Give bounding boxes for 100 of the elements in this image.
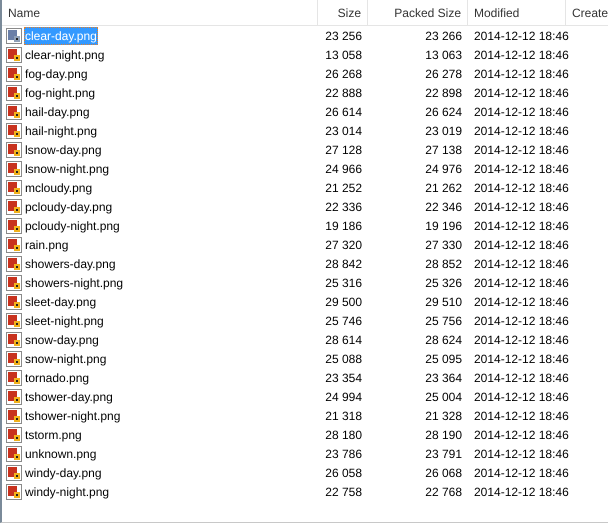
file-name[interactable]: tshower-night.png (24, 406, 122, 424)
file-name[interactable]: lsnow-night.png (24, 160, 110, 178)
image-file-icon (6, 236, 22, 252)
file-name[interactable]: lsnow-day.png (24, 140, 102, 158)
file-name[interactable]: tstorm.png (24, 426, 83, 444)
table-cell-text: 26 624 (424, 104, 463, 120)
column-header[interactable]: Packed Size (368, 0, 468, 25)
table-cell-text: 2014-12-12 18:46 (473, 484, 566, 500)
file-name[interactable]: windy-night.png (24, 482, 110, 500)
table-cell-text: 25 326 (424, 274, 463, 292)
image-file-icon (6, 46, 22, 62)
column-header[interactable]: Size (318, 0, 368, 25)
table-cell-text: 2014-12-12 18:46 (473, 180, 566, 196)
table-cell-text: 2014-12-12 18:46 (473, 122, 566, 140)
file-name[interactable]: snow-night.png (24, 350, 108, 368)
file-name[interactable]: windy-day.png (24, 464, 102, 482)
file-name[interactable]: hail-day.png (24, 102, 90, 120)
file-name[interactable]: pcloudy-day.png (24, 198, 114, 216)
table-cell-text: 26 278 (424, 66, 463, 82)
file-name[interactable]: rain.png (24, 236, 70, 254)
file-name[interactable]: pcloudy-night.png (24, 216, 121, 234)
table-cell-text: 22 758 (324, 484, 363, 500)
table-cell-text: 28 614 (324, 332, 363, 348)
table-cell-text: 23 364 (424, 370, 463, 386)
file-name[interactable]: sleet-night.png (24, 312, 105, 330)
table-cell-text: 25 004 (424, 388, 463, 406)
table-cell-text: 28 180 (324, 426, 363, 444)
image-file-icon (6, 332, 22, 348)
file-name[interactable]: fog-night.png (24, 84, 96, 102)
file-name[interactable]: tornado.png (24, 368, 90, 386)
table-cell-text: 25 316 (324, 274, 363, 292)
file-name[interactable]: mcloudy.png (24, 178, 94, 196)
file-name[interactable]: showers-night.png (24, 274, 124, 292)
image-file-icon (6, 274, 22, 290)
file-name[interactable]: clear-night.png (24, 46, 106, 64)
table-cell-text: 27 128 (324, 142, 363, 158)
image-file-icon (6, 388, 22, 404)
image-file-icon (6, 350, 22, 366)
table-cell-text: 2014-12-12 18:46 (473, 350, 566, 368)
column-header[interactable]: Create (566, 0, 608, 25)
table-cell-text: 2014-12-12 18:46 (473, 160, 566, 178)
table-cell-text: 26 614 (324, 104, 363, 120)
image-file-icon (6, 256, 22, 272)
file-name[interactable]: tshower-day.png (24, 388, 114, 406)
image-file-icon (6, 180, 22, 196)
table-cell-text: 29 510 (424, 294, 463, 310)
table-cell-text: 2014-12-12 18:46 (473, 66, 566, 82)
image-file-icon (6, 198, 22, 214)
table-cell-text: 2014-12-12 18:46 (473, 218, 566, 234)
file-name[interactable]: showers-day.png (24, 254, 116, 272)
file-name[interactable]: snow-day.png (24, 330, 100, 348)
table-cell-text: 27 330 (424, 236, 463, 254)
table-cell-text: 23 791 (424, 446, 463, 462)
file-name[interactable]: fog-day.png (24, 64, 88, 82)
table-cell-text: 28 624 (424, 332, 463, 348)
image-file-icon (6, 28, 22, 44)
column-header[interactable]: Modified (468, 0, 566, 25)
file-name[interactable]: hail-night.png (24, 122, 98, 140)
table-cell-text: 2014-12-12 18:46 (473, 370, 566, 386)
table-cell-text: 21 252 (324, 180, 363, 196)
table-cell-text: 23 786 (324, 446, 363, 462)
table-cell-text: 2014-12-12 18:46 (473, 464, 566, 482)
image-file-icon (6, 426, 22, 442)
table-cell-text: 13 058 (324, 46, 363, 64)
column-header[interactable]: Name (2, 0, 318, 25)
table-cell-text: 28 852 (424, 256, 463, 272)
image-file-icon (6, 312, 22, 328)
file-name[interactable]: sleet-day.png (24, 292, 98, 310)
table-cell-text: 2014-12-12 18:46 (473, 446, 566, 462)
table-cell-text: 2014-12-12 18:46 (473, 236, 566, 254)
table-cell-text: 21 262 (424, 180, 463, 196)
file-name[interactable]: unknown.png (24, 444, 98, 462)
table-cell-text: 24 994 (324, 388, 363, 406)
table-cell-text: 2014-12-12 18:46 (473, 198, 566, 216)
table-cell-text: 22 888 (324, 84, 363, 102)
image-file-icon (6, 464, 22, 480)
table-cell-text: 2014-12-12 18:46 (473, 104, 566, 120)
table-cell-text: 22 898 (424, 84, 463, 102)
table-cell-text: 2014-12-12 18:46 (473, 28, 566, 44)
image-file-icon (6, 484, 22, 500)
table-cell-text: 19 196 (424, 218, 463, 234)
table-cell-text: 26 058 (324, 464, 363, 482)
table-cell-text: 21 328 (424, 408, 463, 424)
image-file-icon (6, 66, 22, 82)
table-cell-text: 2014-12-12 18:46 (473, 142, 566, 158)
table-cell-text: 2014-12-12 18:46 (473, 84, 566, 102)
table-cell-text: 2014-12-12 18:46 (473, 312, 566, 330)
table-cell-text: 27 138 (424, 142, 463, 158)
table-cell-text: 28 842 (324, 256, 363, 272)
table-cell-text: 2014-12-12 18:46 (473, 46, 566, 64)
table-cell-text: 26 068 (424, 464, 463, 482)
table-cell-text: 27 320 (324, 236, 363, 254)
table-cell-text: 22 336 (324, 198, 363, 216)
table-cell-text: 22 346 (424, 198, 463, 216)
table-cell-text: 23 266 (424, 28, 463, 44)
image-file-icon (6, 104, 22, 120)
table-cell-text: 2014-12-12 18:46 (473, 388, 566, 406)
table-cell-text: 2014-12-12 18:46 (473, 332, 566, 348)
table-cell-text: 23 354 (324, 370, 363, 386)
image-file-icon (6, 294, 22, 310)
